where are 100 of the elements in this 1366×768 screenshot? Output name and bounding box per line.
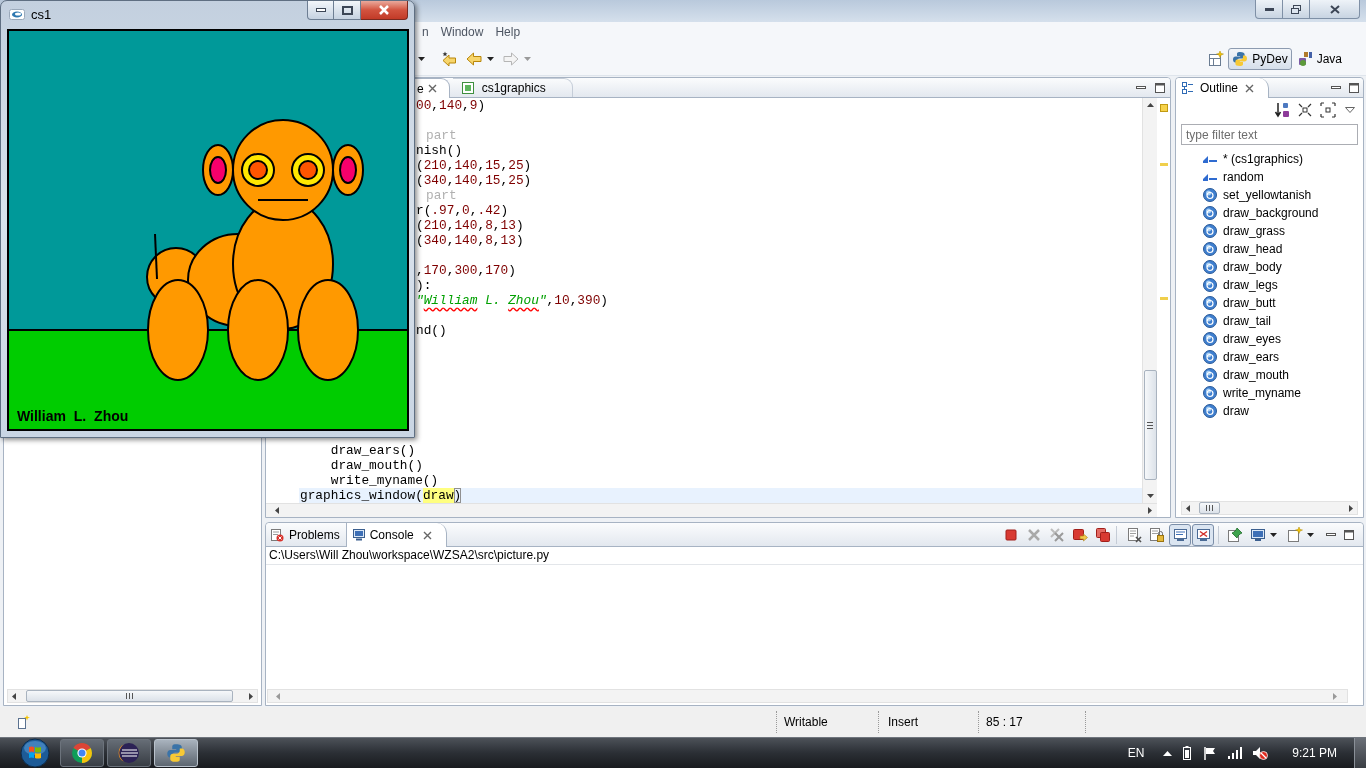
monitor-icon[interactable] <box>1250 526 1266 543</box>
ruler-marker-icon[interactable] <box>1159 297 1168 300</box>
scroll-up-icon[interactable] <box>1146 103 1154 107</box>
horizontal-scrollbar[interactable] <box>7 689 258 703</box>
caret-icon[interactable] <box>487 56 494 61</box>
taskbar-button[interactable] <box>154 739 198 767</box>
ear <box>332 144 364 196</box>
page-lock-icon[interactable] <box>1149 526 1165 543</box>
ball-icon <box>1203 224 1217 238</box>
page-sparkle-icon[interactable] <box>1287 526 1303 543</box>
show-desktop-button[interactable] <box>1354 738 1366 768</box>
ruler-marker-icon[interactable] <box>1159 104 1168 112</box>
caret-icon[interactable] <box>1307 532 1314 537</box>
view-tab[interactable]: Console <box>345 523 447 547</box>
tree-list-icon <box>1182 82 1194 94</box>
scroll-down-icon[interactable] <box>1146 494 1154 498</box>
outline-item[interactable]: draw_grass <box>1176 222 1363 240</box>
taskbar-button[interactable] <box>60 739 104 767</box>
pin-icon[interactable] <box>1227 526 1243 543</box>
restore-button[interactable] <box>1283 0 1310 19</box>
horizontal-scrollbar[interactable] <box>1181 501 1358 515</box>
window-sparkle-icon[interactable] <box>18 715 30 729</box>
outline-item[interactable]: draw_tail <box>1176 312 1363 330</box>
outline-item[interactable]: draw_head <box>1176 240 1363 258</box>
menu-item[interactable]: Window <box>434 22 490 42</box>
menu-item[interactable]: n <box>416 22 435 42</box>
back-arrow-icon[interactable] <box>466 50 482 67</box>
caret-icon[interactable] <box>418 56 425 61</box>
code-line: (210,140,15,25) <box>416 158 532 173</box>
code-line: 00,140,9) <box>416 98 486 113</box>
code-line: r(.97,0,.42) <box>416 203 509 218</box>
scroll-right-icon[interactable] <box>1349 504 1353 512</box>
battery-icon[interactable] <box>1183 746 1192 760</box>
editor-tab[interactable]: e <box>415 78 450 98</box>
close-icon[interactable] <box>422 530 432 540</box>
signal-bars-icon[interactable] <box>1228 747 1243 759</box>
caret-icon[interactable] <box>1270 532 1277 537</box>
vertical-scrollbar[interactable] <box>1142 98 1157 503</box>
ball-icon <box>1203 206 1217 220</box>
clear-page-icon[interactable] <box>1126 526 1142 543</box>
star-arrow-icon[interactable] <box>441 50 457 67</box>
menu-item[interactable]: Help <box>489 22 527 42</box>
maximize-icon[interactable] <box>1344 529 1354 540</box>
ruler-marker-icon[interactable] <box>1159 163 1168 166</box>
muted-speaker-icon[interactable] <box>1252 746 1269 760</box>
outline-item[interactable]: write_myname <box>1176 384 1363 402</box>
clock-text[interactable]: 9:21 PM <box>1292 744 1337 762</box>
double-x-icon[interactable] <box>1049 526 1065 543</box>
scrollbar-thumb[interactable] <box>1143 370 1157 480</box>
maximize-button[interactable] <box>334 1 361 20</box>
minimize-button[interactable] <box>307 1 334 20</box>
close-icon[interactable] <box>1245 83 1255 93</box>
scrollbar-thumb[interactable] <box>26 690 233 702</box>
scrollbar-thumb[interactable] <box>1199 502 1220 514</box>
horizontal-scrollbar[interactable] <box>266 503 1157 517</box>
outline-item[interactable]: draw_body <box>1176 258 1363 276</box>
outline-item[interactable]: draw_eyes <box>1176 330 1363 348</box>
outline-tab[interactable]: Outline <box>1176 78 1270 98</box>
outline-item[interactable]: random <box>1176 168 1363 186</box>
perspective-button[interactable]: PyDev <box>1228 47 1292 70</box>
editor-tab[interactable]: cs1graphics <box>452 78 573 97</box>
outline-item[interactable]: draw_butt <box>1176 294 1363 312</box>
outline-item[interactable]: draw <box>1176 402 1363 420</box>
outline-item[interactable]: * (cs1graphics) <box>1176 150 1363 168</box>
toggle-button[interactable] <box>1169 523 1191 546</box>
maximize-icon[interactable] <box>1155 82 1165 93</box>
outline-item[interactable]: draw_background <box>1176 204 1363 222</box>
minimize-icon <box>315 8 326 12</box>
close-button[interactable] <box>361 1 408 20</box>
outline-item[interactable]: draw_mouth <box>1176 366 1363 384</box>
perspective-button[interactable]: Java <box>1294 47 1345 70</box>
sort-arrow-icon[interactable] <box>1274 102 1290 118</box>
flag-icon[interactable] <box>1204 746 1217 760</box>
outward-arrows-icon[interactable] <box>1320 102 1336 118</box>
taskbar-button[interactable] <box>107 739 151 767</box>
outline-item[interactable]: draw_legs <box>1176 276 1363 294</box>
inward-arrows-icon[interactable] <box>1298 103 1312 117</box>
scroll-left-icon[interactable] <box>12 692 16 700</box>
minimize-button[interactable] <box>1255 0 1283 19</box>
maximize-icon[interactable] <box>1349 82 1359 93</box>
stop-icon[interactable] <box>1003 526 1019 543</box>
window-plus-icon[interactable] <box>1208 50 1225 67</box>
scroll-left-icon[interactable] <box>275 507 279 514</box>
language-indicator[interactable]: EN <box>1127 744 1145 762</box>
outline-item[interactable]: draw_ears <box>1176 348 1363 366</box>
code-line: draw_mouth() <box>329 458 423 473</box>
scroll-right-icon[interactable] <box>1148 507 1152 514</box>
scroll-right-icon[interactable] <box>249 692 253 700</box>
filter-field[interactable]: type filter text <box>1181 124 1358 145</box>
double-stop-icon[interactable] <box>1095 526 1111 543</box>
scroll-left-icon[interactable] <box>1186 504 1190 512</box>
orb-icon[interactable] <box>20 738 50 768</box>
stop-arrow-icon[interactable] <box>1072 526 1088 543</box>
view-menu-icon[interactable] <box>1345 107 1355 113</box>
view-tab[interactable]: Problems <box>266 523 346 546</box>
toggle-button[interactable] <box>1192 523 1214 546</box>
up-arrow-icon[interactable] <box>1163 750 1173 756</box>
close-button[interactable] <box>1310 0 1360 19</box>
close-icon[interactable] <box>427 84 437 93</box>
outline-item[interactable]: set_yellowtanish <box>1176 186 1363 204</box>
